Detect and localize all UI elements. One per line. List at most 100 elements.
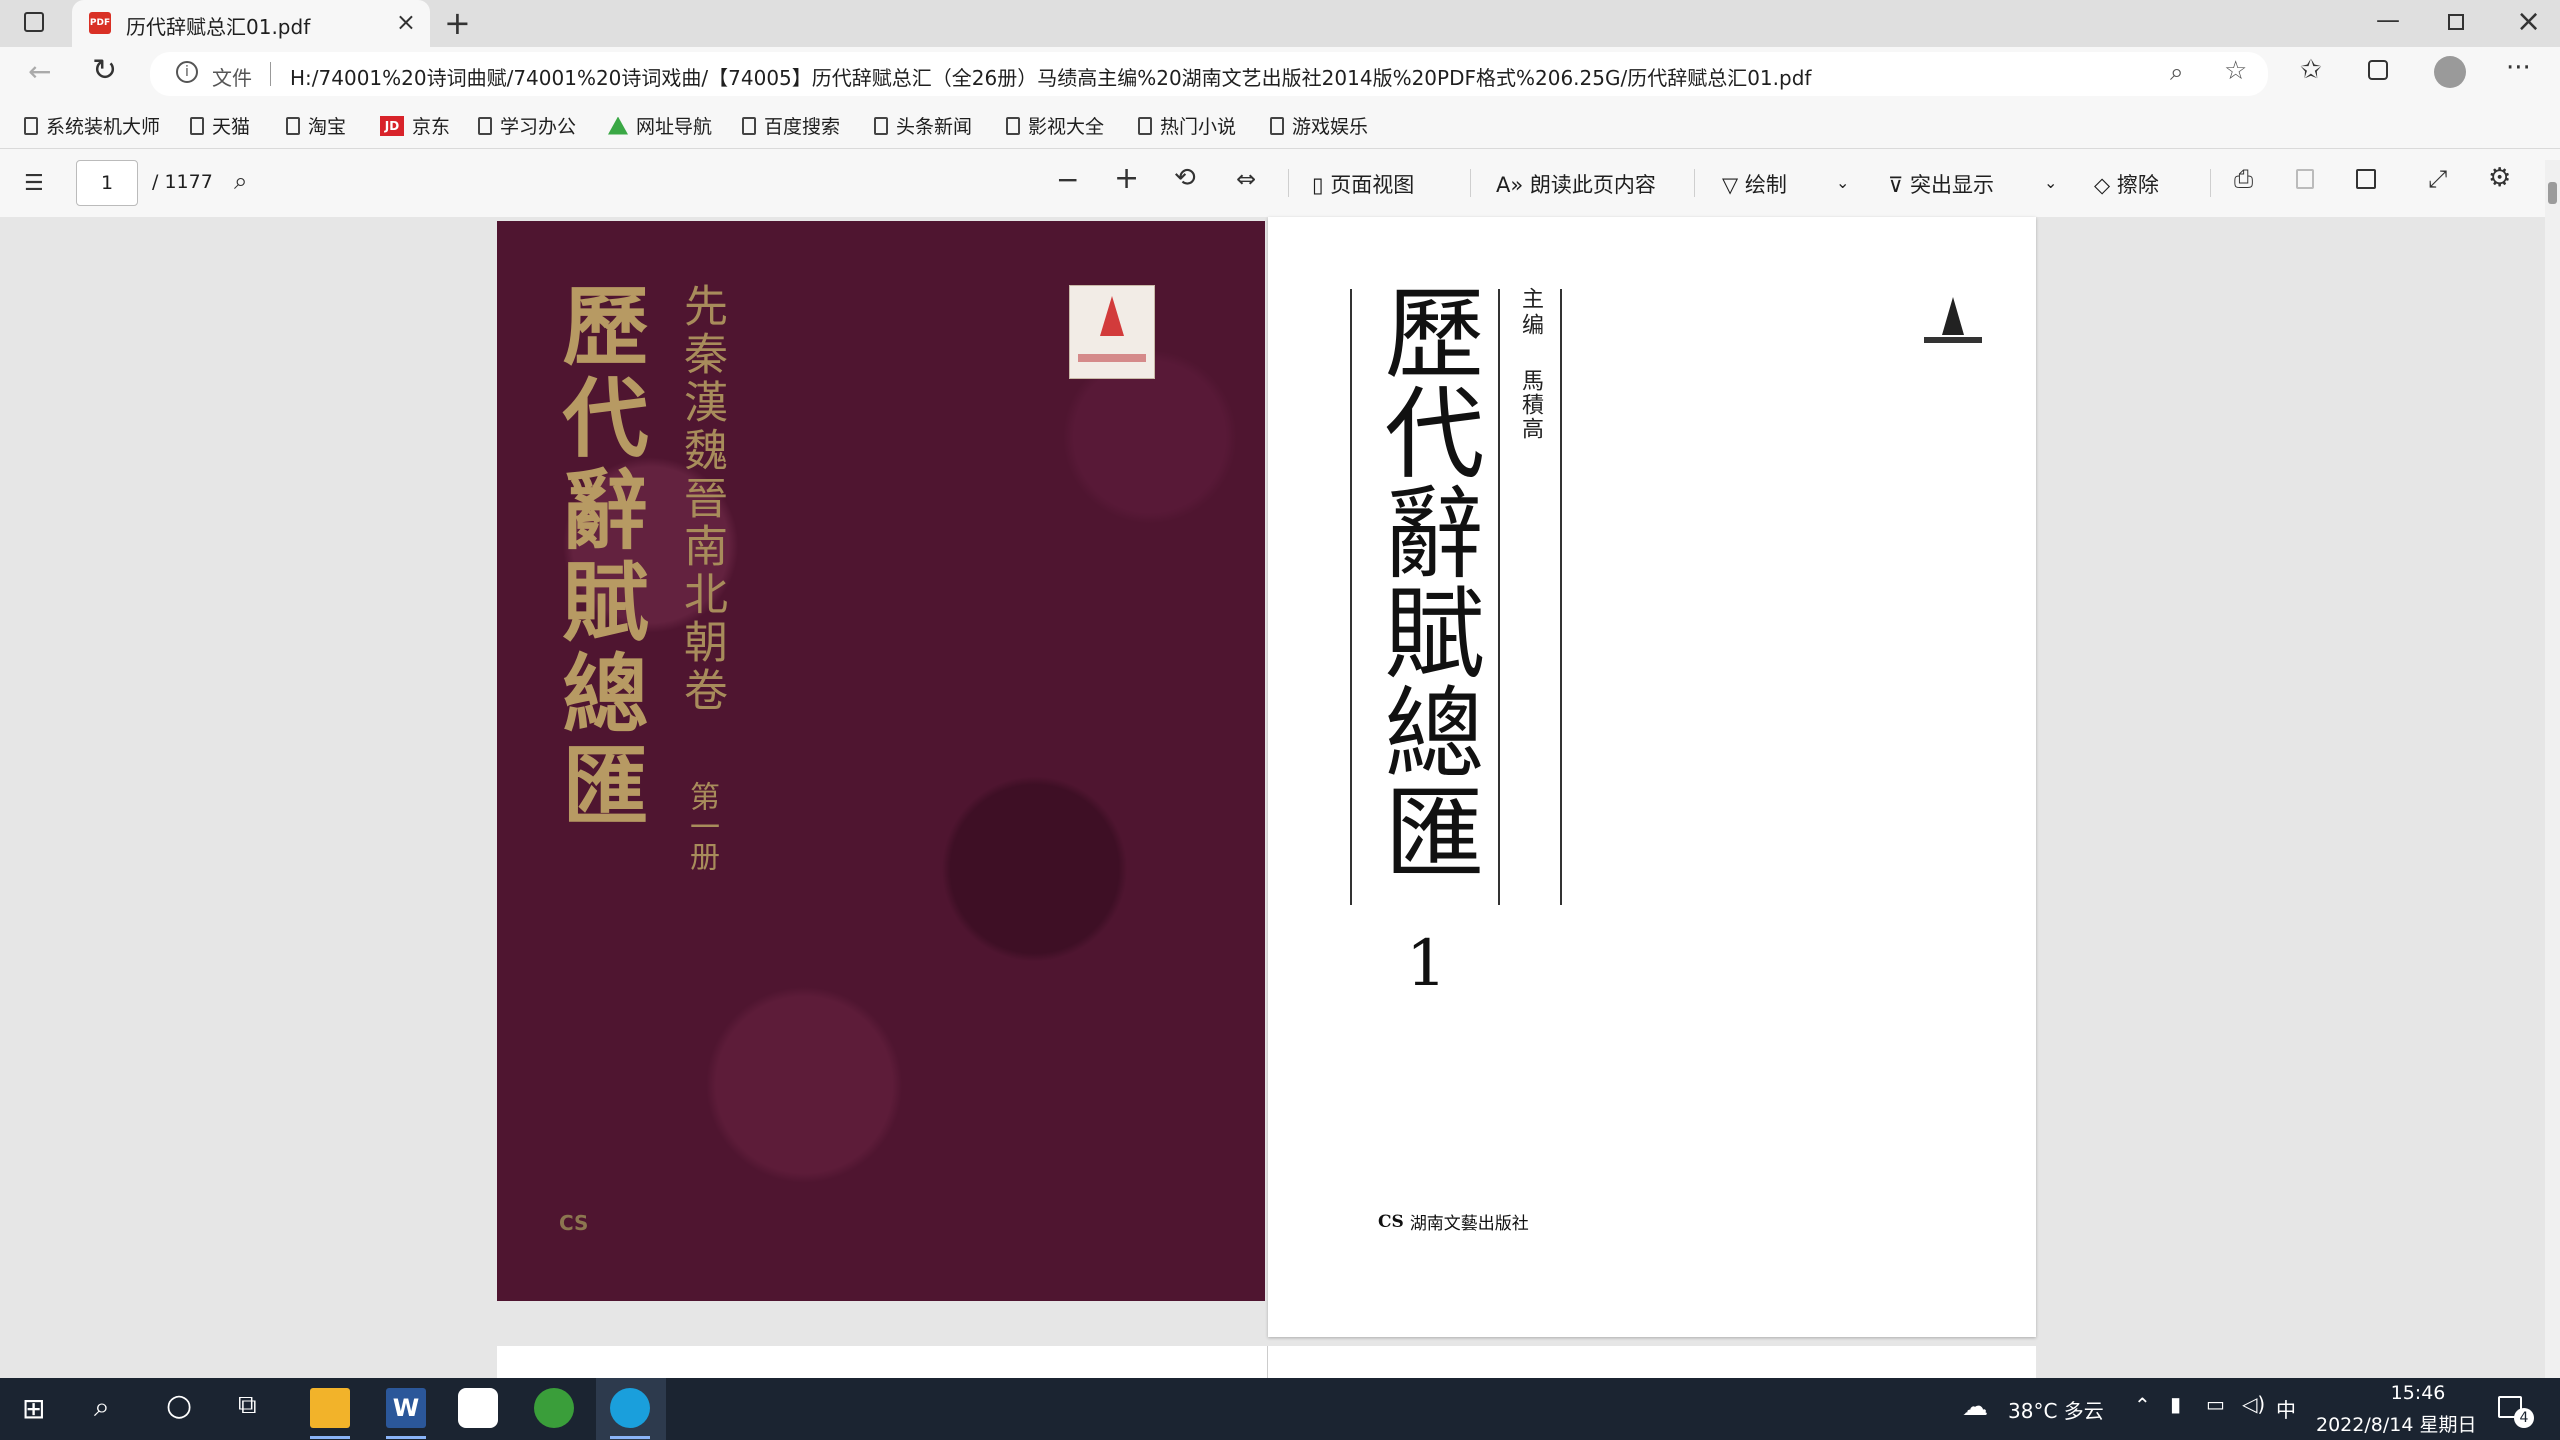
highlight-dropdown-icon[interactable]: ⌄ [2044, 173, 2057, 192]
refresh-icon[interactable]: ↻ [92, 53, 117, 88]
zoom-icon[interactable]: ⌕ [2170, 58, 2183, 86]
page-icon [24, 116, 38, 135]
collections-icon[interactable] [2368, 60, 2388, 80]
contents-icon[interactable]: ☰ [24, 171, 44, 196]
save-as-icon[interactable] [2356, 169, 2376, 189]
clock-time[interactable]: 15:46 [2368, 1382, 2468, 1404]
toolbar-divider [2210, 169, 2211, 197]
bookmark-item[interactable]: 学习办公 [478, 112, 576, 139]
page-view-icon: ▯ [1312, 173, 1331, 197]
new-tab-icon[interactable]: + [444, 4, 471, 42]
publisher-mark: CS [1378, 1211, 1404, 1232]
bookmark-item[interactable]: 淘宝 [286, 112, 346, 139]
back-icon[interactable]: ← [28, 55, 51, 88]
page-icon [874, 116, 888, 135]
navigation-icon [608, 116, 628, 135]
tab-active[interactable]: PDF 历代辞赋总汇01.pdf × [72, 0, 430, 47]
address-bar[interactable]: i 文件 H:/74001%20诗词曲赋/74001%20诗词戏曲/【74005… [150, 52, 2268, 96]
zoom-out-icon[interactable]: − [1056, 163, 1079, 196]
title-bar: PDF 历代辞赋总汇01.pdf × + — × [0, 0, 2560, 47]
word-icon[interactable]: W [386, 1388, 426, 1428]
add-favorite-icon[interactable]: ☆ [2224, 56, 2247, 86]
draw-dropdown-icon[interactable]: ⌄ [1836, 173, 1849, 192]
title-page-publisher: CS 湖南文藝出版社 [1378, 1211, 1529, 1235]
network-icon[interactable]: ▭ [2206, 1392, 2225, 1416]
settings-gear-icon[interactable]: ⚙ [2488, 163, 2511, 193]
highlight-button[interactable]: ⊽ 突出显示 [1888, 169, 1994, 199]
search-icon[interactable]: ⌕ [94, 1390, 110, 1424]
bookmark-item[interactable]: 头条新闻 [874, 112, 972, 139]
highlight-icon: ⊽ [1888, 173, 1911, 197]
page-view-button[interactable]: ▯ 页面视图 [1312, 169, 1414, 199]
cortana-icon[interactable]: ○ [166, 1388, 192, 1423]
read-aloud-button[interactable]: A» 朗读此页内容 [1496, 169, 1656, 199]
editor-role: 主编 [1518, 287, 1543, 339]
bookmark-item[interactable]: 系统装机大师 [24, 112, 160, 139]
page-icon [1006, 116, 1020, 135]
publisher-logo [1920, 297, 1986, 357]
vertical-scrollbar[interactable] [2545, 160, 2560, 1378]
device-icon[interactable]: ▮ [2170, 1392, 2181, 1416]
zoom-in-icon[interactable]: + [1114, 161, 1139, 196]
bookmark-item[interactable]: 热门小说 [1138, 112, 1236, 139]
running-indicator [310, 1436, 350, 1439]
ime-indicator[interactable]: 中 [2276, 1394, 2296, 1423]
scrollbar-thumb[interactable] [2548, 182, 2557, 204]
bookmark-item[interactable]: 网址导航 [608, 112, 712, 139]
bookmark-item[interactable]: 影视大全 [1006, 112, 1104, 139]
close-tab-icon[interactable]: × [396, 8, 416, 36]
bookmark-item[interactable]: 天猫 [190, 112, 250, 139]
info-icon[interactable]: i [176, 61, 198, 83]
draw-icon: ▽ [1722, 173, 1745, 197]
more-icon[interactable]: ··· [2506, 53, 2531, 83]
running-indicator [610, 1436, 650, 1439]
favorites-icon[interactable]: ✩ [2300, 55, 2322, 85]
title-page: 歷代辭賦總匯 主编 馬積高 1 CS 湖南文藝出版社 [1268, 217, 2036, 1337]
erase-button[interactable]: ◇ 擦除 [2094, 169, 2159, 199]
fullscreen-icon[interactable]: ⤢ [2428, 165, 2447, 193]
clock-date[interactable]: 2022/8/14 星期日 [2316, 1410, 2476, 1437]
save-icon[interactable] [2296, 169, 2314, 189]
draw-button[interactable]: ▽ 绘制 [1722, 169, 1787, 199]
pdf-toolbar: ☰ 1 / 1177 ⌕ − + ⟲ ⇔ ▯ 页面视图 A» 朗读此页内容 ▽ … [0, 149, 2560, 218]
bookmark-item[interactable]: 游戏娱乐 [1270, 112, 1368, 139]
rotate-icon[interactable]: ⟲ [1174, 163, 1196, 193]
bookmark-item[interactable]: JD 京东 [380, 112, 450, 139]
pdf-file-icon: PDF [89, 12, 111, 34]
browser-360-icon[interactable] [534, 1388, 574, 1428]
edge-icon[interactable] [610, 1388, 650, 1428]
search-icon[interactable]: ⌕ [234, 167, 247, 195]
taskbar: ⊞ ⌕ ○ ⧉ W ☁ 38°C 多云 ⌃ ▮ ▭ ◁) 中 15:46 202… [0, 1378, 2560, 1440]
profile-avatar[interactable] [2434, 56, 2466, 88]
address-divider [270, 62, 271, 86]
cover-subtitle: 先秦漢魏晉南北朝卷 [676, 283, 727, 715]
minimize-icon[interactable]: — [2376, 6, 2400, 34]
show-hidden-icons-icon[interactable]: ⌃ [2134, 1393, 2151, 1417]
page-icon [190, 116, 204, 135]
fit-width-icon[interactable]: ⇔ [1236, 165, 1256, 193]
tab-actions-icon[interactable] [24, 12, 44, 32]
baidu-netdisk-icon[interactable] [458, 1388, 498, 1428]
toolbar-divider [1694, 169, 1695, 197]
title-page-title: 歷代辭賦總匯 [1367, 281, 1484, 881]
rule-middle [1498, 289, 1500, 905]
windows-start-icon[interactable]: ⊞ [22, 1392, 45, 1425]
file-explorer-icon[interactable] [310, 1388, 350, 1428]
rule-right [1560, 289, 1562, 905]
volume-icon[interactable]: ◁) [2242, 1392, 2265, 1416]
page-icon [286, 116, 300, 135]
page-icon [742, 116, 756, 135]
notification-count: 4 [2514, 1408, 2534, 1428]
tab-title: 历代辞赋总汇01.pdf [126, 15, 311, 39]
read-aloud-icon: A» [1496, 173, 1530, 197]
print-icon[interactable]: ⎙ [2234, 165, 2253, 193]
task-view-icon[interactable]: ⧉ [238, 1390, 257, 1421]
url-text[interactable]: H:/74001%20诗词曲赋/74001%20诗词戏曲/【74005】历代辞赋… [290, 62, 1811, 91]
bookmark-item[interactable]: 百度搜索 [742, 112, 840, 139]
page-number-input[interactable]: 1 [76, 160, 138, 206]
restore-icon[interactable] [2448, 14, 2464, 30]
weather-icon[interactable]: ☁ [1962, 1392, 1988, 1422]
close-window-icon[interactable]: × [2516, 4, 2541, 39]
weather-text[interactable]: 38°C 多云 [2008, 1395, 2104, 1424]
page-icon [478, 116, 492, 135]
